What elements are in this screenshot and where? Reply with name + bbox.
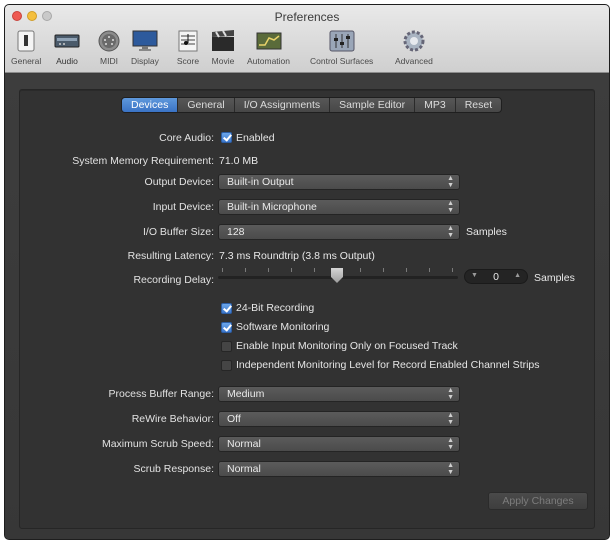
rewire-behavior-label: ReWire Behavior: bbox=[131, 413, 214, 425]
independent-monitoring-label: Independent Monitoring Level for Record … bbox=[236, 359, 540, 371]
toolbar-item-display[interactable]: Display bbox=[131, 29, 159, 66]
io-buffer-size-label: I/O Buffer Size: bbox=[142, 226, 214, 238]
core-audio-enabled-label: Enabled bbox=[236, 132, 275, 144]
software-monitoring-label: Software Monitoring bbox=[236, 321, 330, 333]
tab-bar: Devices General I/O Assignments Sample E… bbox=[121, 97, 503, 113]
input-device-label: Input Device: bbox=[152, 201, 214, 213]
scrub-response-popup[interactable]: Normal ▲ ▼ bbox=[218, 461, 460, 477]
core-audio-label: Core Audio: bbox=[159, 132, 214, 144]
preferences-window: Preferences General Audio MIDI Display S… bbox=[4, 4, 610, 540]
io-buffer-size-popup[interactable]: 128 ▲ ▼ bbox=[218, 224, 460, 240]
switch-icon bbox=[13, 29, 39, 53]
recording-delay-stepper[interactable]: ▼ 0 ▲ bbox=[464, 269, 528, 284]
toolbar-item-movie[interactable]: Movie bbox=[210, 29, 236, 66]
focused-track-monitoring-checkbox[interactable] bbox=[221, 341, 232, 352]
preferences-content: Devices General I/O Assignments Sample E… bbox=[5, 74, 609, 539]
recording-delay-slider-knob[interactable] bbox=[331, 268, 343, 283]
midi-connector-icon bbox=[96, 29, 122, 53]
apply-changes-button[interactable]: Apply Changes bbox=[488, 492, 588, 510]
process-buffer-popup[interactable]: Medium ▲ ▼ bbox=[218, 386, 460, 402]
core-audio-enabled-checkbox[interactable] bbox=[221, 132, 232, 143]
monitor-icon bbox=[132, 29, 158, 53]
film-clapper-icon bbox=[210, 29, 236, 53]
toolbar-item-advanced[interactable]: Advanced bbox=[395, 29, 433, 66]
tab-reset[interactable]: Reset bbox=[456, 98, 501, 112]
output-device-popup[interactable]: Built-in Output ▲ ▼ bbox=[218, 174, 460, 190]
toolbar-item-automation[interactable]: Automation bbox=[247, 29, 290, 66]
scrub-response-label: Scrub Response: bbox=[133, 463, 214, 475]
software-monitoring-checkbox[interactable] bbox=[221, 322, 232, 333]
max-scrub-speed-label: Maximum Scrub Speed: bbox=[101, 438, 214, 450]
max-scrub-speed-popup[interactable]: Normal ▲ ▼ bbox=[218, 436, 460, 452]
24bit-recording-label: 24-Bit Recording bbox=[236, 302, 315, 314]
memory-requirement-label: System Memory Requirement: bbox=[72, 155, 214, 167]
independent-monitoring-checkbox[interactable] bbox=[221, 360, 232, 371]
tab-general[interactable]: General bbox=[178, 98, 235, 112]
updown-arrows-icon: ▲ ▼ bbox=[447, 200, 454, 214]
updown-arrows-icon: ▲ ▼ bbox=[447, 175, 454, 189]
io-buffer-size-unit: Samples bbox=[466, 226, 507, 238]
memory-requirement-value: 71.0 MB bbox=[219, 155, 259, 167]
tab-io-assignments[interactable]: I/O Assignments bbox=[235, 98, 331, 112]
devices-panel: Devices General I/O Assignments Sample E… bbox=[19, 89, 595, 529]
resulting-latency-label: Resulting Latency: bbox=[127, 250, 214, 262]
score-sheet-icon bbox=[175, 29, 201, 53]
automation-curve-icon bbox=[256, 29, 282, 53]
tab-devices[interactable]: Devices bbox=[122, 98, 179, 112]
updown-arrows-icon: ▲ ▼ bbox=[447, 462, 454, 476]
recording-delay-label: Recording Delay: bbox=[133, 274, 214, 286]
toolbar-item-general[interactable]: General bbox=[11, 29, 41, 66]
toolbar-item-audio[interactable]: Audio bbox=[54, 29, 80, 66]
tab-sample-editor[interactable]: Sample Editor bbox=[330, 98, 416, 112]
resulting-latency-value: 7.3 ms Roundtrip (3.8 ms Output) bbox=[219, 250, 375, 262]
mixer-faders-icon bbox=[329, 29, 355, 53]
window-title: Preferences bbox=[274, 10, 340, 24]
process-buffer-label: Process Buffer Range: bbox=[108, 388, 214, 400]
updown-arrows-icon: ▲ ▼ bbox=[447, 387, 454, 401]
gear-icon bbox=[401, 29, 427, 53]
toolbar-item-midi[interactable]: MIDI bbox=[96, 29, 122, 66]
focused-track-monitoring-label: Enable Input Monitoring Only on Focused … bbox=[236, 340, 458, 352]
increment-arrow-icon[interactable]: ▲ bbox=[514, 272, 521, 279]
output-device-label: Output Device: bbox=[144, 176, 214, 188]
title-bar: Preferences General Audio MIDI Display S… bbox=[5, 5, 609, 73]
24bit-recording-checkbox[interactable] bbox=[221, 303, 232, 314]
updown-arrows-icon: ▲ ▼ bbox=[447, 225, 454, 239]
tab-mp3[interactable]: MP3 bbox=[415, 98, 456, 112]
updown-arrows-icon: ▲ ▼ bbox=[447, 437, 454, 451]
toolbar-item-control-surfaces[interactable]: Control Surfaces bbox=[310, 29, 373, 66]
rewire-behavior-popup[interactable]: Off ▲ ▼ bbox=[218, 411, 460, 427]
input-device-popup[interactable]: Built-in Microphone ▲ ▼ bbox=[218, 199, 460, 215]
audio-interface-icon bbox=[54, 29, 80, 53]
updown-arrows-icon: ▲ ▼ bbox=[447, 412, 454, 426]
recording-delay-unit: Samples bbox=[534, 272, 575, 284]
preferences-toolbar: General Audio MIDI Display Score Movie A… bbox=[5, 27, 609, 73]
toolbar-item-score[interactable]: Score bbox=[175, 29, 201, 66]
